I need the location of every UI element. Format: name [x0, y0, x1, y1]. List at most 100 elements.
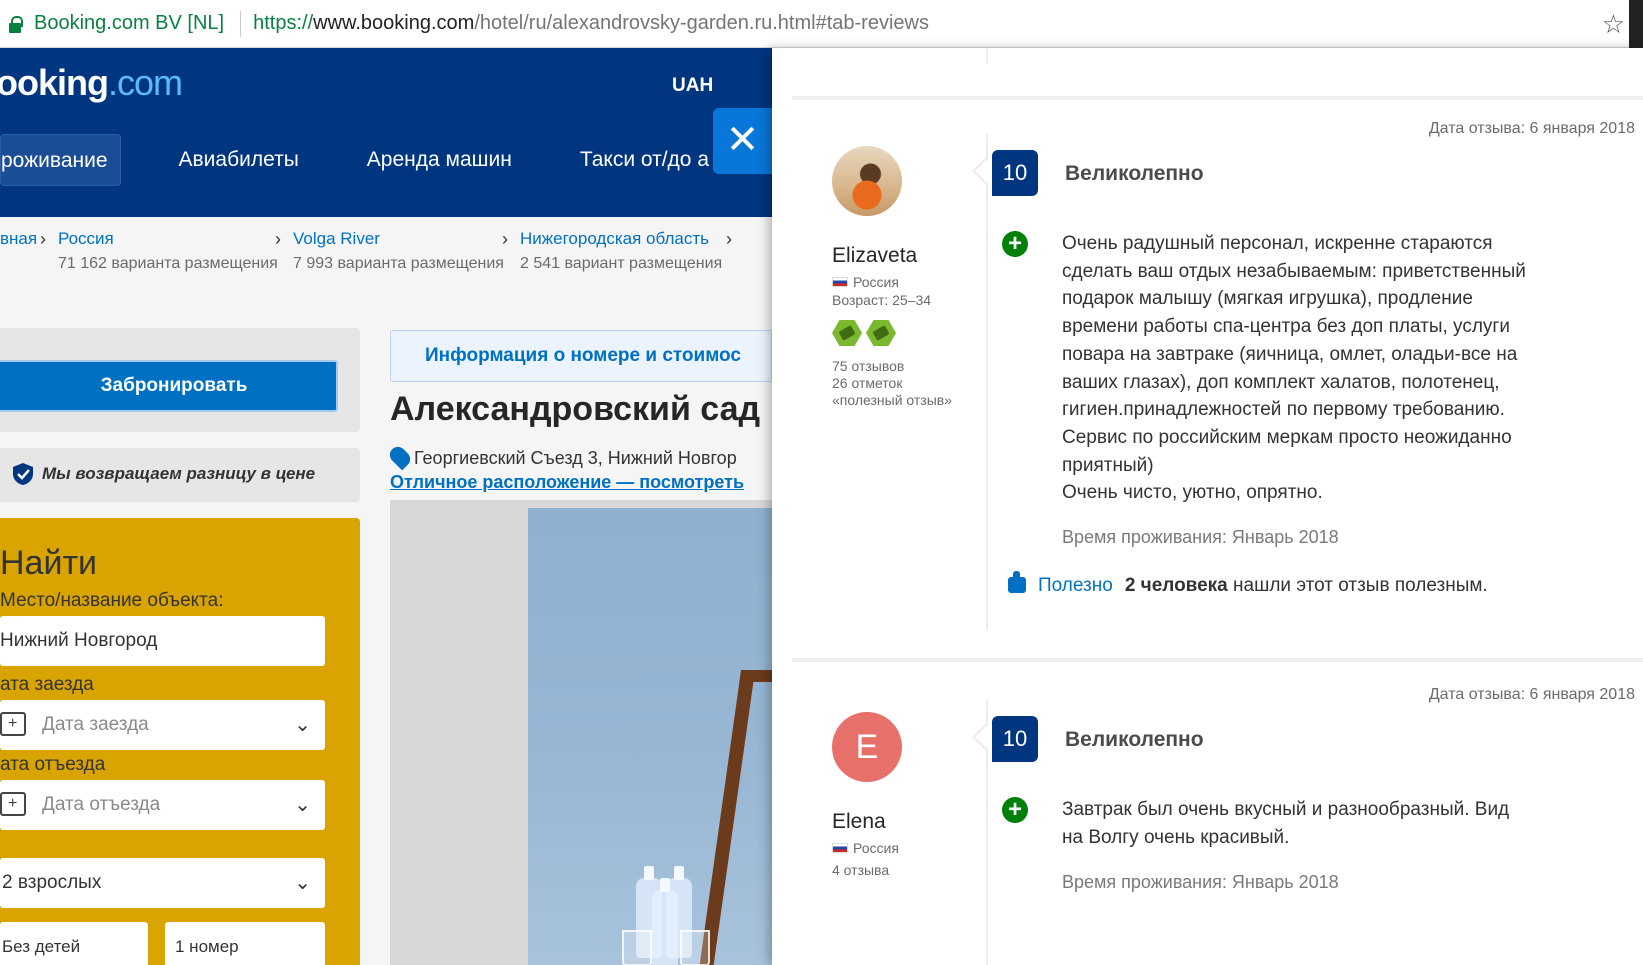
- review-line: Очень радушный персонал, искренне стараю…: [1062, 233, 1493, 254]
- helpful-count: 2 человека: [1124, 575, 1228, 596]
- positive-icon: +: [1002, 231, 1028, 257]
- review-line: Сервис по российским меркам просто неожи…: [1062, 426, 1512, 448]
- children-select[interactable]: Без детей: [0, 922, 148, 965]
- address-separator: [240, 10, 242, 37]
- chevron-down-icon: ⌄: [294, 872, 311, 894]
- avatar: [832, 146, 902, 216]
- helpful-text: нашли этот отзыв полезным.: [1233, 575, 1488, 596]
- lock-icon: [8, 15, 23, 33]
- breadcrumb-russia[interactable]: › Россия 71 162 варианта размещения: [40, 229, 278, 273]
- search-box: Найти Место/название объекта: Нижний Нов…: [0, 518, 360, 965]
- reviewer-name: Elizaveta: [832, 244, 918, 267]
- reviews-panel[interactable]: Дата отзыва: 6 января 2018 Elizaveta Рос…: [772, 48, 1643, 965]
- review-headline: Великолепно: [1065, 162, 1204, 185]
- logo-main: ooking: [0, 62, 109, 103]
- chevron-right-icon: ›: [726, 229, 732, 249]
- badge-icon: [832, 320, 862, 346]
- reviewer-name: Elena: [832, 810, 886, 833]
- checkin-placeholder: Дата заезда: [42, 714, 149, 735]
- book-box: Забронировать: [0, 328, 360, 432]
- guests-select[interactable]: 2 взрослых ⌄: [0, 858, 325, 908]
- helpful-marks-label: «полезный отзыв»: [832, 392, 953, 408]
- calendar-icon: [0, 712, 26, 736]
- rooms-select[interactable]: 1 номер: [165, 922, 325, 965]
- review-date: Дата отзыва: 6 января 2018: [1428, 686, 1635, 703]
- search-title: Найти: [0, 544, 98, 582]
- hotel-photo[interactable]: [390, 500, 772, 965]
- stay-period: Время проживания: Январь 2018: [1062, 527, 1339, 547]
- review-score: 10: [992, 150, 1038, 196]
- location-link[interactable]: Отличное расположение — посмотреть: [390, 472, 744, 493]
- url-host: www.booking.com: [313, 12, 475, 34]
- destination-input[interactable]: Нижний Новгород: [0, 616, 325, 666]
- review-positive-text: Завтрак был очень вкусный и разнообразны…: [1062, 796, 1547, 851]
- url-scheme: https://: [253, 12, 314, 34]
- photo-glass: [622, 930, 652, 965]
- checkin-label: ата заезда: [0, 674, 94, 695]
- screenshot-root: Booking.com BV [NL] https://www.booking.…: [0, 0, 1643, 965]
- review-line: гигиен.принадлежностей по первому требов…: [1062, 399, 1505, 421]
- reviews-count: 4 отзыва: [832, 862, 890, 878]
- breadcrumb-region[interactable]: › Нижегородская область 2 541 вариант разм…: [502, 229, 722, 273]
- certificate-label[interactable]: Booking.com BV [NL]: [34, 12, 224, 35]
- main-nav: роживание Авиабилеты Аренда машин Такси …: [0, 134, 743, 186]
- nav-flights[interactable]: Авиабилеты: [145, 134, 333, 186]
- helpful-button[interactable]: Полезно: [1038, 575, 1113, 596]
- chevron-down-icon: ⌄: [294, 794, 311, 816]
- hotel-address: Георгиевский Съезд 3, Нижний Новгор: [386, 443, 737, 471]
- currency-selector[interactable]: UAH: [672, 75, 713, 97]
- reviewer-country: Россия: [832, 274, 899, 290]
- review-divider: [986, 134, 988, 630]
- review-line: Завтрак был очень вкусный и разнообразны…: [1062, 799, 1510, 820]
- review-positive-text: Очень радушный персонал, искренне стараю…: [1062, 230, 1547, 507]
- breadcrumb-volga[interactable]: › Volga River 7 993 варианта размещения: [275, 229, 504, 273]
- checkin-field[interactable]: Дата заезда ⌄: [0, 700, 325, 750]
- review-line: приятный): [1062, 454, 1154, 476]
- guests-value: 2 взрослых: [2, 872, 102, 893]
- breadcrumb-home[interactable]: вная: [0, 229, 37, 249]
- price-match-box[interactable]: Мы возвращаем разницу в цене: [0, 448, 360, 502]
- reviewer-age: Возраст: 25–34: [832, 292, 932, 308]
- reviewer-stats: 75 отзывов 26 отметок «полезный отзыв»: [832, 358, 952, 409]
- tab-room-info[interactable]: Информация о номере и стоимос: [390, 330, 772, 382]
- review-line: подарок малышу (мягкая игрушка), продлен…: [1062, 288, 1473, 310]
- review-date: Дата отзыва: 6 января 2018: [1428, 120, 1635, 137]
- helpful-row: Полезно 2 человека нашли этот отзыв полез…: [1008, 571, 1488, 597]
- map-pin-icon: [386, 443, 414, 471]
- badge-icon: [866, 320, 896, 346]
- book-button[interactable]: Забронировать: [0, 360, 338, 412]
- photo-bottle: [652, 878, 678, 965]
- review-line: времени работы спа-центра без доп платы,…: [1062, 316, 1510, 338]
- address-bar[interactable]: Booking.com BV [NL] https://www.booking.…: [0, 0, 1643, 48]
- rooms-value: 1 номер: [175, 937, 239, 956]
- thumbs-up-icon[interactable]: [1008, 571, 1026, 593]
- breadcrumb-more: ›: [726, 229, 738, 250]
- chevron-right-icon: ›: [275, 229, 281, 249]
- review-headline: Великолепно: [1065, 728, 1204, 751]
- url-text[interactable]: https://www.booking.com/hotel/ru/alexand…: [253, 12, 929, 35]
- review-line: повара на завтраке (яичница, омлет, олад…: [1062, 343, 1518, 365]
- nav-accommodation[interactable]: роживание: [0, 134, 121, 186]
- chevron-right-icon: ›: [502, 229, 508, 249]
- reviewer-stats: 4 отзыва: [832, 862, 889, 879]
- helpful-marks-count: 26 отметок: [832, 375, 903, 391]
- checkout-label: ата отъезда: [0, 754, 106, 775]
- logo-dot-com: .com: [107, 62, 183, 103]
- review-separator: [792, 658, 1643, 662]
- site-header: ooking.com UAH роживание Авиабилеты Арен…: [0, 48, 772, 217]
- stay-period: Время проживания: Январь 2018: [1062, 872, 1339, 892]
- review-item: Дата отзыва: 6 января 2018 E Elena Росси…: [772, 686, 1643, 965]
- russia-flag-icon: [832, 843, 848, 853]
- hotel-name: Александровский сад: [390, 390, 761, 428]
- children-value: Без детей: [2, 937, 81, 956]
- bookmark-star-icon[interactable]: ☆: [1602, 9, 1625, 40]
- reviewer-badges: [832, 320, 900, 346]
- nav-car-rental[interactable]: Аренда машин: [333, 134, 546, 186]
- close-reviews-button[interactable]: ✕: [713, 108, 772, 174]
- russia-flag-icon: [832, 277, 848, 287]
- avatar: E: [832, 712, 902, 782]
- checkout-field[interactable]: Дата отъезда ⌄: [0, 780, 325, 830]
- chevron-right-icon: ›: [40, 229, 46, 249]
- country-text: Россия: [853, 840, 899, 856]
- booking-logo[interactable]: ooking.com: [0, 62, 183, 104]
